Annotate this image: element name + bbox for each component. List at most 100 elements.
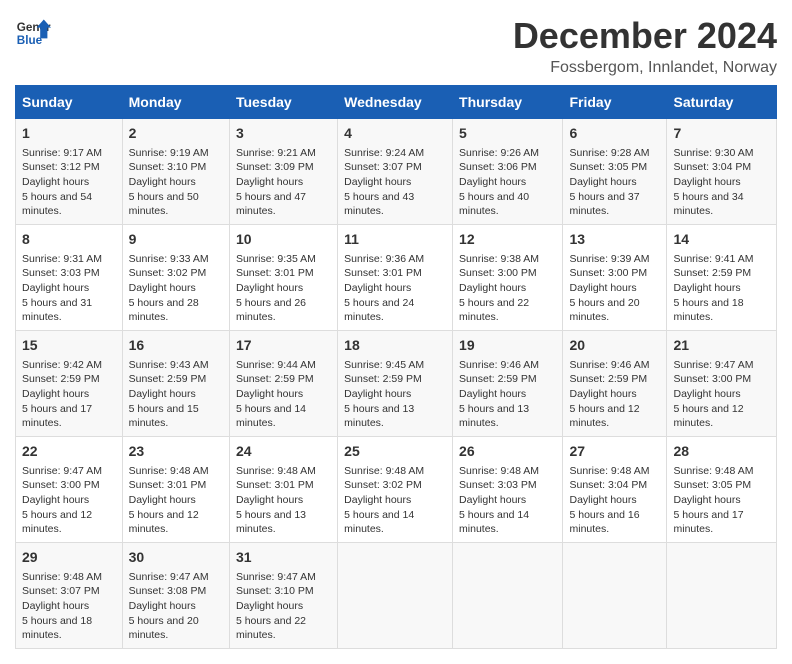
svg-text:Blue: Blue	[17, 34, 43, 47]
title-area: December 2024 Fossbergom, Innlandet, Nor…	[513, 15, 777, 77]
day-cell: 9 Sunrise: 9:33 AMSunset: 3:02 PMDayligh…	[122, 225, 229, 331]
day-number: 10	[236, 230, 331, 250]
day-info: Sunrise: 9:21 AMSunset: 3:09 PMDaylight …	[236, 146, 331, 219]
week-row-2: 8 Sunrise: 9:31 AMSunset: 3:03 PMDayligh…	[16, 225, 777, 331]
day-cell: 24 Sunrise: 9:48 AMSunset: 3:01 PMDaylig…	[229, 437, 337, 543]
day-number: 17	[236, 336, 331, 356]
week-row-5: 29 Sunrise: 9:48 AMSunset: 3:07 PMDaylig…	[16, 543, 777, 649]
day-cell: 31 Sunrise: 9:47 AMSunset: 3:10 PMDaylig…	[229, 543, 337, 649]
calendar-table: SundayMondayTuesdayWednesdayThursdayFrid…	[15, 85, 777, 649]
day-cell: 7 Sunrise: 9:30 AMSunset: 3:04 PMDayligh…	[667, 119, 777, 225]
day-number: 12	[459, 230, 556, 250]
day-number: 19	[459, 336, 556, 356]
day-cell: 3 Sunrise: 9:21 AMSunset: 3:09 PMDayligh…	[229, 119, 337, 225]
day-info: Sunrise: 9:33 AMSunset: 3:02 PMDaylight …	[129, 252, 223, 325]
day-cell: 19 Sunrise: 9:46 AMSunset: 2:59 PMDaylig…	[453, 331, 563, 437]
day-info: Sunrise: 9:46 AMSunset: 2:59 PMDaylight …	[569, 358, 660, 431]
day-cell: 14 Sunrise: 9:41 AMSunset: 2:59 PMDaylig…	[667, 225, 777, 331]
day-number: 1	[22, 124, 116, 144]
header-cell-monday: Monday	[122, 86, 229, 119]
day-info: Sunrise: 9:28 AMSunset: 3:05 PMDaylight …	[569, 146, 660, 219]
day-number: 30	[129, 548, 223, 568]
day-number: 27	[569, 442, 660, 462]
day-cell: 10 Sunrise: 9:35 AMSunset: 3:01 PMDaylig…	[229, 225, 337, 331]
day-info: Sunrise: 9:45 AMSunset: 2:59 PMDaylight …	[344, 358, 446, 431]
day-number: 20	[569, 336, 660, 356]
header-cell-tuesday: Tuesday	[229, 86, 337, 119]
day-number: 5	[459, 124, 556, 144]
day-cell	[667, 543, 777, 649]
day-number: 7	[673, 124, 770, 144]
day-info: Sunrise: 9:39 AMSunset: 3:00 PMDaylight …	[569, 252, 660, 325]
day-number: 13	[569, 230, 660, 250]
day-info: Sunrise: 9:48 AMSunset: 3:01 PMDaylight …	[129, 464, 223, 537]
day-cell: 16 Sunrise: 9:43 AMSunset: 2:59 PMDaylig…	[122, 331, 229, 437]
day-cell: 6 Sunrise: 9:28 AMSunset: 3:05 PMDayligh…	[563, 119, 667, 225]
day-info: Sunrise: 9:36 AMSunset: 3:01 PMDaylight …	[344, 252, 446, 325]
logo-icon: General Blue	[15, 15, 51, 51]
calendar-subtitle: Fossbergom, Innlandet, Norway	[513, 59, 777, 77]
day-number: 24	[236, 442, 331, 462]
week-row-1: 1 Sunrise: 9:17 AMSunset: 3:12 PMDayligh…	[16, 119, 777, 225]
day-info: Sunrise: 9:30 AMSunset: 3:04 PMDaylight …	[673, 146, 770, 219]
day-cell: 29 Sunrise: 9:48 AMSunset: 3:07 PMDaylig…	[16, 543, 123, 649]
day-number: 26	[459, 442, 556, 462]
day-info: Sunrise: 9:42 AMSunset: 2:59 PMDaylight …	[22, 358, 116, 431]
day-info: Sunrise: 9:26 AMSunset: 3:06 PMDaylight …	[459, 146, 556, 219]
day-cell: 2 Sunrise: 9:19 AMSunset: 3:10 PMDayligh…	[122, 119, 229, 225]
header-row: SundayMondayTuesdayWednesdayThursdayFrid…	[16, 86, 777, 119]
week-row-3: 15 Sunrise: 9:42 AMSunset: 2:59 PMDaylig…	[16, 331, 777, 437]
day-cell: 22 Sunrise: 9:47 AMSunset: 3:00 PMDaylig…	[16, 437, 123, 543]
day-info: Sunrise: 9:47 AMSunset: 3:10 PMDaylight …	[236, 570, 331, 643]
day-number: 29	[22, 548, 116, 568]
day-cell: 28 Sunrise: 9:48 AMSunset: 3:05 PMDaylig…	[667, 437, 777, 543]
day-cell: 11 Sunrise: 9:36 AMSunset: 3:01 PMDaylig…	[338, 225, 453, 331]
day-number: 22	[22, 442, 116, 462]
day-cell: 21 Sunrise: 9:47 AMSunset: 3:00 PMDaylig…	[667, 331, 777, 437]
day-info: Sunrise: 9:31 AMSunset: 3:03 PMDaylight …	[22, 252, 116, 325]
day-info: Sunrise: 9:47 AMSunset: 3:00 PMDaylight …	[673, 358, 770, 431]
day-cell: 4 Sunrise: 9:24 AMSunset: 3:07 PMDayligh…	[338, 119, 453, 225]
day-cell: 17 Sunrise: 9:44 AMSunset: 2:59 PMDaylig…	[229, 331, 337, 437]
day-number: 18	[344, 336, 446, 356]
day-number: 23	[129, 442, 223, 462]
day-cell: 20 Sunrise: 9:46 AMSunset: 2:59 PMDaylig…	[563, 331, 667, 437]
day-info: Sunrise: 9:48 AMSunset: 3:07 PMDaylight …	[22, 570, 116, 643]
day-info: Sunrise: 9:35 AMSunset: 3:01 PMDaylight …	[236, 252, 331, 325]
day-cell: 15 Sunrise: 9:42 AMSunset: 2:59 PMDaylig…	[16, 331, 123, 437]
day-number: 2	[129, 124, 223, 144]
day-cell: 1 Sunrise: 9:17 AMSunset: 3:12 PMDayligh…	[16, 119, 123, 225]
day-info: Sunrise: 9:19 AMSunset: 3:10 PMDaylight …	[129, 146, 223, 219]
logo: General Blue	[15, 15, 51, 51]
header: General Blue December 2024 Fossbergom, I…	[15, 15, 777, 77]
day-info: Sunrise: 9:48 AMSunset: 3:05 PMDaylight …	[673, 464, 770, 537]
day-number: 8	[22, 230, 116, 250]
day-info: Sunrise: 9:46 AMSunset: 2:59 PMDaylight …	[459, 358, 556, 431]
day-info: Sunrise: 9:48 AMSunset: 3:01 PMDaylight …	[236, 464, 331, 537]
day-number: 4	[344, 124, 446, 144]
day-cell: 18 Sunrise: 9:45 AMSunset: 2:59 PMDaylig…	[338, 331, 453, 437]
day-number: 31	[236, 548, 331, 568]
day-info: Sunrise: 9:48 AMSunset: 3:04 PMDaylight …	[569, 464, 660, 537]
day-cell: 27 Sunrise: 9:48 AMSunset: 3:04 PMDaylig…	[563, 437, 667, 543]
day-info: Sunrise: 9:38 AMSunset: 3:00 PMDaylight …	[459, 252, 556, 325]
day-info: Sunrise: 9:44 AMSunset: 2:59 PMDaylight …	[236, 358, 331, 431]
day-info: Sunrise: 9:17 AMSunset: 3:12 PMDaylight …	[22, 146, 116, 219]
day-info: Sunrise: 9:47 AMSunset: 3:00 PMDaylight …	[22, 464, 116, 537]
day-cell: 5 Sunrise: 9:26 AMSunset: 3:06 PMDayligh…	[453, 119, 563, 225]
day-cell: 12 Sunrise: 9:38 AMSunset: 3:00 PMDaylig…	[453, 225, 563, 331]
week-row-4: 22 Sunrise: 9:47 AMSunset: 3:00 PMDaylig…	[16, 437, 777, 543]
calendar-title: December 2024	[513, 15, 777, 57]
day-cell	[338, 543, 453, 649]
day-number: 15	[22, 336, 116, 356]
day-number: 21	[673, 336, 770, 356]
header-cell-friday: Friday	[563, 86, 667, 119]
day-info: Sunrise: 9:48 AMSunset: 3:03 PMDaylight …	[459, 464, 556, 537]
day-info: Sunrise: 9:47 AMSunset: 3:08 PMDaylight …	[129, 570, 223, 643]
header-cell-wednesday: Wednesday	[338, 86, 453, 119]
day-cell: 13 Sunrise: 9:39 AMSunset: 3:00 PMDaylig…	[563, 225, 667, 331]
day-number: 11	[344, 230, 446, 250]
day-info: Sunrise: 9:48 AMSunset: 3:02 PMDaylight …	[344, 464, 446, 537]
day-number: 14	[673, 230, 770, 250]
header-cell-sunday: Sunday	[16, 86, 123, 119]
